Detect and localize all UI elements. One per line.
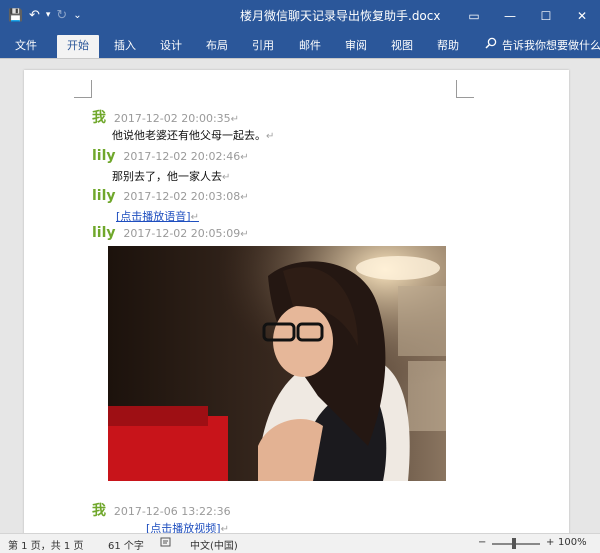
message-time: 2017-12-02 20:05:09 [123,227,241,240]
message-time: 2017-12-02 20:00:35 [113,112,231,125]
embedded-photo[interactable] [108,246,446,481]
paragraph-mark: ↵ [230,114,240,125]
tab-help[interactable]: 帮助 [428,35,468,58]
document-page[interactable]: 我 2017-12-02 20:00:35↵ 他说他老婆还有他父母一起去。↵ l… [24,70,569,533]
message-time: 2017-12-02 20:03:08 [123,190,241,203]
minimize-button[interactable]: — [492,0,528,31]
tab-design[interactable]: 设计 [151,35,191,58]
message-text-content: 那别去了，他一家人去 [112,170,222,183]
paragraph-mark: ↵ [220,524,229,533]
play-voice-link-text[interactable]: [点击播放语音] [116,210,191,223]
maximize-button[interactable]: ☐ [528,0,564,31]
message-time: 2017-12-02 20:02:46 [123,150,241,163]
paragraph-mark: ↵ [266,131,275,142]
zoom-level[interactable]: 100% [558,537,587,548]
zoom-slider-track[interactable] [492,543,540,545]
message-header: 我 2017-12-02 20:00:35↵ [92,107,239,127]
paragraph-mark: ↵ [240,229,249,240]
title-bar: 💾 ↶ ▾ ↻ ⌄ 楼月微信聊天记录导出恢复助手.docx ▭ — ☐ ✕ [0,0,600,31]
tab-references[interactable]: 引用 [243,35,283,58]
paragraph-mark: ↵ [240,152,249,163]
tab-view[interactable]: 视图 [382,35,422,58]
sender-name: lily [92,148,116,164]
tell-me-box[interactable]: 告诉我你想要做什么 [484,35,600,58]
paragraph-mark: ↵ [240,192,249,203]
tab-home[interactable]: 开始 [57,35,99,58]
tab-mailings[interactable]: 邮件 [290,35,330,58]
message-header: lily 2017-12-02 20:03:08↵ [92,188,249,204]
ribbon-display-icon[interactable]: ▭ [456,0,492,31]
play-voice-link[interactable]: [点击播放语音]↵ [116,208,199,224]
undo-dropdown-icon[interactable]: ▾ [46,10,51,20]
zoom-in-button[interactable]: + [546,537,554,548]
message-header: lily 2017-12-02 20:02:46↵ [92,148,249,164]
customize-qat-icon[interactable]: ⌄ [73,10,81,21]
zoom-out-button[interactable]: − [478,537,486,548]
document-title: 楼月微信聊天记录导出恢复助手.docx [240,9,441,23]
margin-marker-top-right [456,80,474,98]
window-controls: ▭ — ☐ ✕ [456,0,600,31]
tab-layout[interactable]: 布局 [197,35,237,58]
ribbon-tabs: 文件 开始 插入 设计 布局 引用 邮件 审阅 视图 帮助 告诉我你想要做什么 [0,31,600,58]
paragraph-mark: ↵ [222,172,231,183]
paragraph-mark: ↵ [190,212,199,223]
zoom-slider-handle[interactable] [512,538,516,549]
play-video-link-text[interactable]: [点击播放视频] [146,522,221,533]
quick-access-toolbar: 💾 ↶ ▾ ↻ ⌄ [8,5,82,25]
sender-name: 我 [92,503,106,519]
play-video-link[interactable]: [点击播放视频]↵ [146,520,229,533]
status-bar: 第 1 页，共 1 页 61 个字 中文(中国) − + 100% [0,533,600,553]
message-text-content: 他说他老婆还有他父母一起去。 [112,129,266,142]
margin-marker-top-left [74,80,92,98]
tab-insert[interactable]: 插入 [105,35,145,58]
undo-icon[interactable]: ↶ [29,8,40,23]
tab-review[interactable]: 审阅 [336,35,376,58]
document-canvas[interactable]: 我 2017-12-02 20:00:35↵ 他说他老婆还有他父母一起去。↵ l… [0,59,600,533]
message-time: 2017-12-06 13:22:36 [113,505,231,518]
search-icon [484,35,498,58]
page-count[interactable]: 第 1 页，共 1 页 [8,537,83,552]
sender-name: 我 [92,110,106,126]
sender-name: lily [92,225,116,241]
message-header: lily 2017-12-02 20:05:09↵ [92,225,249,241]
proofing-icon[interactable] [160,537,172,551]
word-count[interactable]: 61 个字 [108,537,144,552]
save-icon[interactable]: 💾 [8,8,23,22]
message-text: 那别去了，他一家人去↵ [112,168,230,184]
tab-file[interactable]: 文件 [6,35,46,58]
photo-illustration [108,246,446,481]
sender-name: lily [92,188,116,204]
close-button[interactable]: ✕ [564,0,600,31]
redo-icon[interactable]: ↻ [56,8,67,23]
message-header: 我 2017-12-06 13:22:36 [92,500,231,520]
message-text: 他说他老婆还有他父母一起去。↵ [112,127,274,143]
tell-me-text: 告诉我你想要做什么 [502,39,600,52]
language-indicator[interactable]: 中文(中国) [190,537,238,552]
